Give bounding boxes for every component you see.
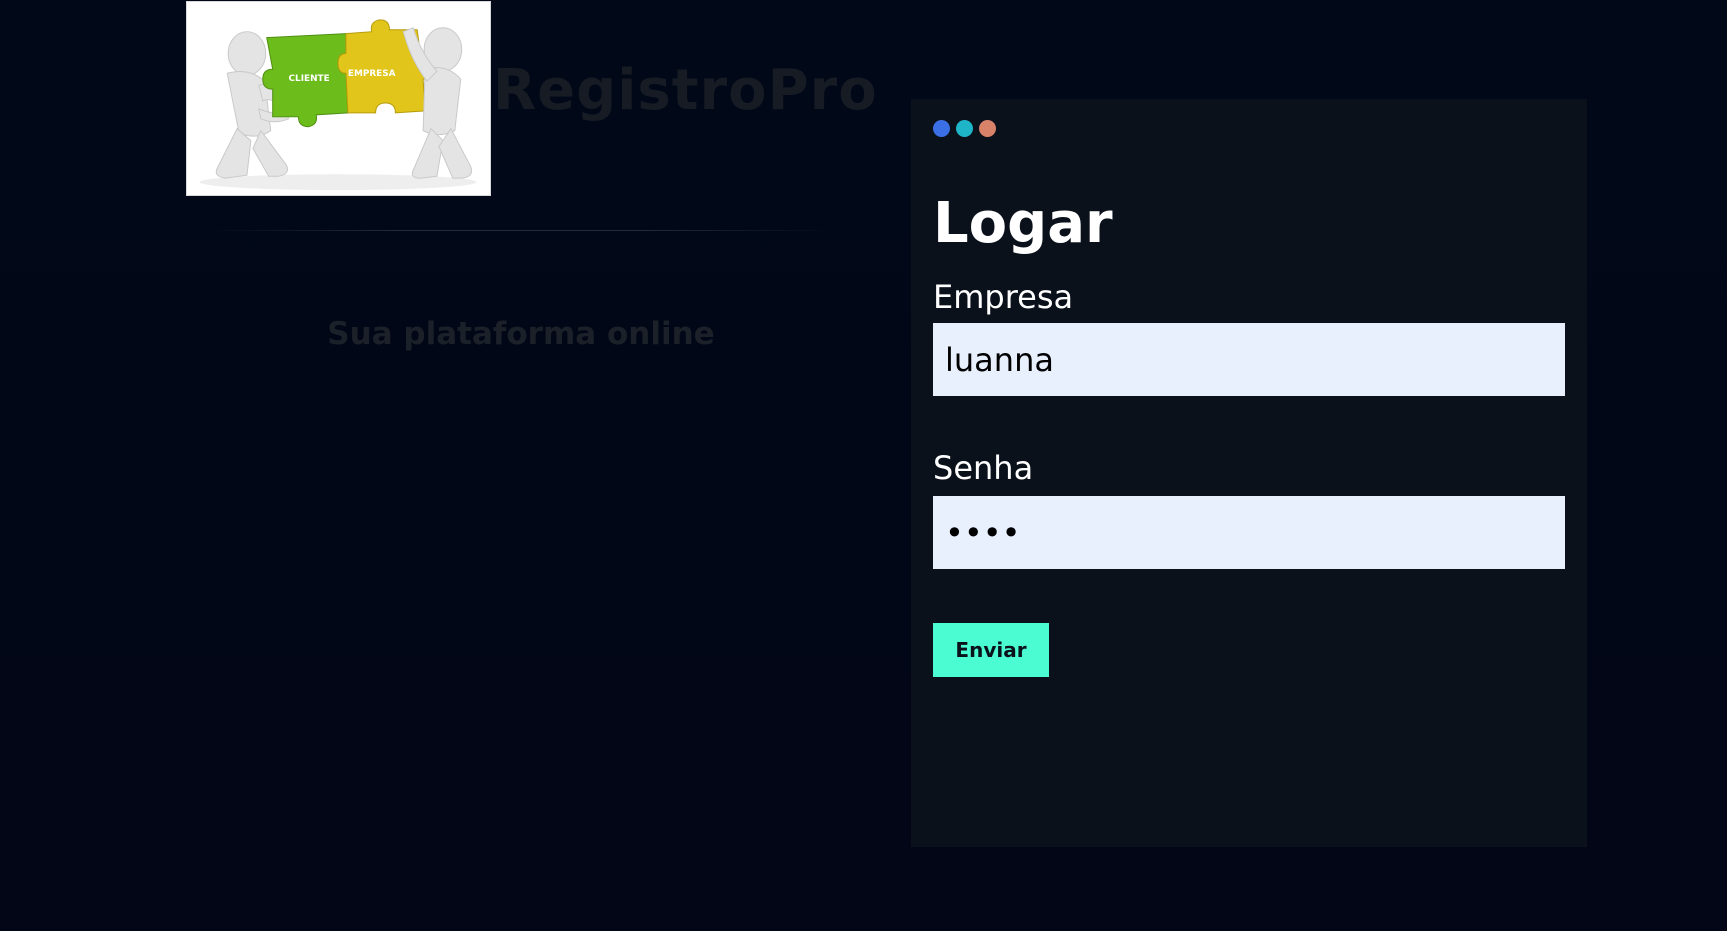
puzzle-logo-icon: CLIENTE EMPRESA <box>187 2 490 195</box>
logo-label-cliente: CLIENTE <box>289 74 330 84</box>
dot-blue-icon <box>933 120 950 137</box>
dot-orange-icon <box>979 120 996 137</box>
password-label: Senha <box>933 449 1034 487</box>
brand-tagline: Sua plataforma online <box>327 316 715 352</box>
login-card: Logar Empresa Senha Enviar <box>911 99 1587 847</box>
dot-cyan-icon <box>956 120 973 137</box>
login-title: Logar <box>933 191 1113 256</box>
password-input[interactable] <box>933 496 1565 569</box>
logo-label-empresa: EMPRESA <box>348 69 396 79</box>
company-label: Empresa <box>933 278 1074 316</box>
brand-logo: CLIENTE EMPRESA <box>186 1 491 196</box>
company-input[interactable] <box>933 323 1565 396</box>
window-dots-icon <box>933 120 996 137</box>
brand-title: RegistroPro <box>493 58 878 123</box>
login-page: CLIENTE EMPRESA RegistroPro Sua platafor… <box>0 0 1727 931</box>
submit-button[interactable]: Enviar <box>933 623 1049 677</box>
divider <box>206 230 836 231</box>
